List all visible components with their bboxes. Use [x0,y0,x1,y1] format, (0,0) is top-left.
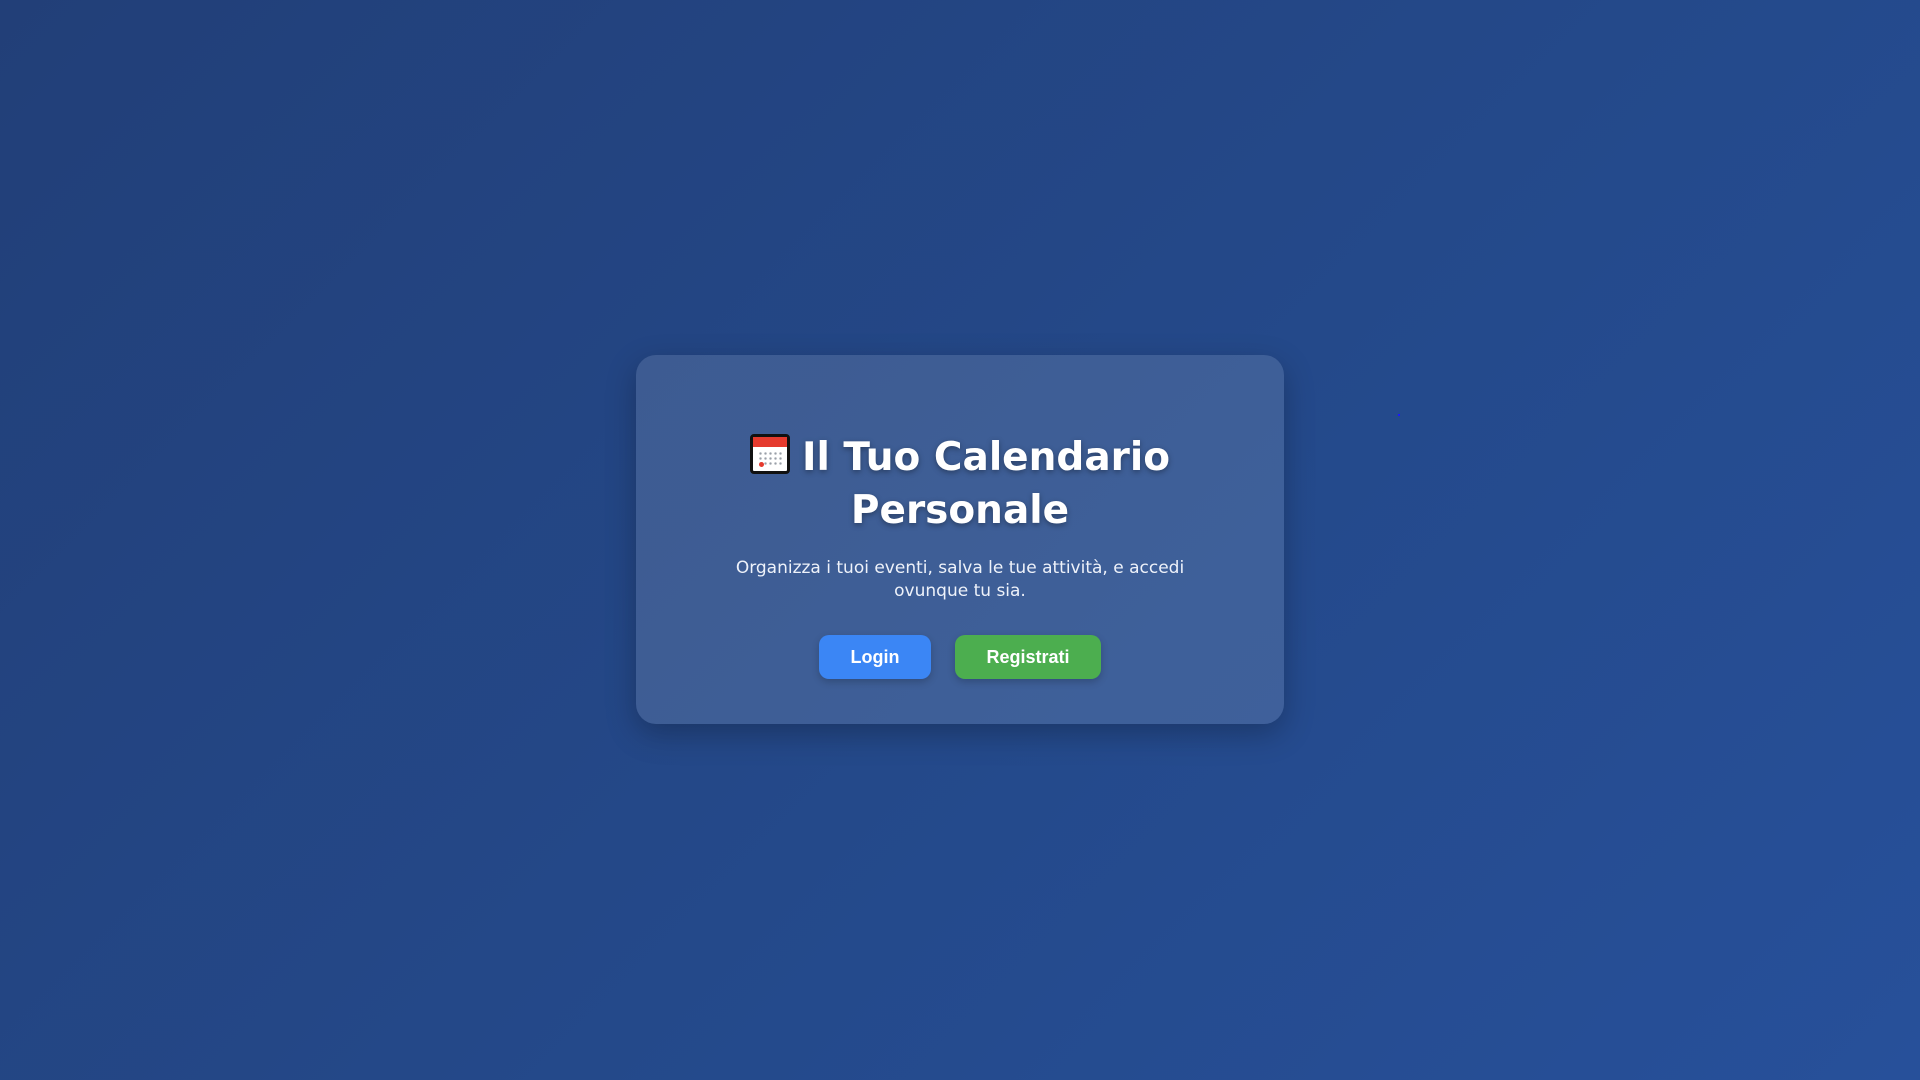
action-buttons: Login Registrati [636,635,1284,679]
login-button[interactable]: Login [819,635,931,679]
page-title-text: Il Tuo Calendario Personale [801,435,1171,533]
register-button[interactable]: Registrati [955,635,1101,679]
decorative-dot [1398,414,1400,416]
welcome-card: Il Tuo Calendario Personale Organizza i … [636,355,1284,724]
calendar-icon [749,434,790,474]
page-subtitle: Organizza i tuoi eventi, salva le tue at… [735,558,1185,601]
page-title: Il Tuo Calendario Personale [740,431,1180,537]
